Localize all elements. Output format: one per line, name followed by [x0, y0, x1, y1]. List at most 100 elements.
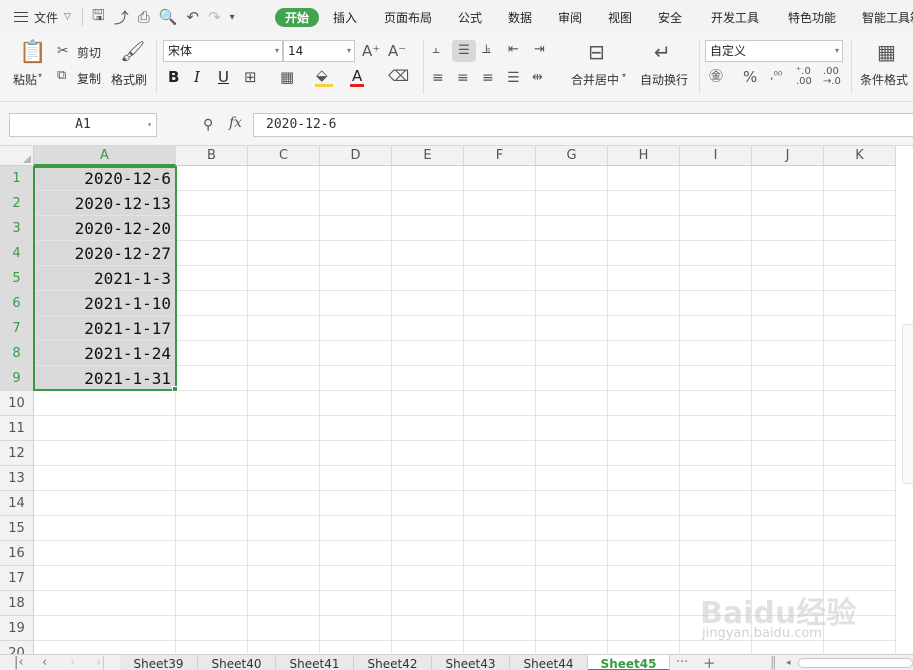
next-sheet-icon[interactable]: ›	[70, 655, 75, 670]
cell[interactable]	[176, 341, 248, 366]
sheet-tab[interactable]: Sheet39	[120, 655, 198, 670]
cell[interactable]	[320, 291, 392, 316]
cell[interactable]	[248, 291, 320, 316]
cell[interactable]	[320, 541, 392, 566]
cell[interactable]	[824, 341, 896, 366]
cell[interactable]	[608, 566, 680, 591]
cell[interactable]	[176, 616, 248, 641]
row-header[interactable]: 17	[0, 566, 34, 591]
row-header[interactable]: 13	[0, 466, 34, 491]
column-header[interactable]: A	[34, 146, 176, 166]
cell[interactable]	[824, 466, 896, 491]
row-header[interactable]: 7	[0, 316, 34, 341]
cell[interactable]	[248, 466, 320, 491]
cell[interactable]	[248, 641, 320, 654]
cell[interactable]	[752, 366, 824, 391]
paste-button[interactable]: 粘贴	[13, 71, 37, 88]
cell[interactable]	[392, 341, 464, 366]
add-sheet-icon[interactable]: +	[703, 655, 716, 670]
cell[interactable]	[752, 541, 824, 566]
row-header[interactable]: 19	[0, 616, 34, 641]
cell[interactable]	[34, 566, 176, 591]
border-icon[interactable]: ⊞	[244, 69, 257, 85]
cell[interactable]	[464, 441, 536, 466]
cell[interactable]: 2021-1-24	[34, 341, 176, 366]
cell[interactable]	[320, 516, 392, 541]
cell[interactable]	[752, 191, 824, 216]
bold-icon[interactable]: B	[168, 69, 179, 85]
column-header[interactable]: B	[176, 146, 248, 166]
customize-toolbar-icon[interactable]: ▾	[230, 12, 235, 23]
cell[interactable]	[34, 491, 176, 516]
cell[interactable]	[536, 216, 608, 241]
cell[interactable]	[680, 416, 752, 441]
align-left-icon[interactable]: ≡	[432, 70, 444, 86]
cell[interactable]	[392, 641, 464, 654]
cell[interactable]	[248, 316, 320, 341]
cell[interactable]	[464, 241, 536, 266]
row-header[interactable]: 9	[0, 366, 34, 391]
cell[interactable]	[248, 166, 320, 191]
cell[interactable]	[680, 441, 752, 466]
cell[interactable]	[464, 541, 536, 566]
cell[interactable]	[536, 316, 608, 341]
cell[interactable]: 2021-1-10	[34, 291, 176, 316]
row-header[interactable]: 4	[0, 241, 34, 266]
cell[interactable]	[464, 391, 536, 416]
cell[interactable]	[824, 266, 896, 291]
font-name-select[interactable]: 宋体 ▾	[163, 40, 283, 62]
cell[interactable]	[608, 516, 680, 541]
cell[interactable]	[176, 166, 248, 191]
row-header[interactable]: 8	[0, 341, 34, 366]
cell[interactable]	[320, 416, 392, 441]
cell[interactable]	[320, 216, 392, 241]
cell[interactable]	[824, 541, 896, 566]
align-bottom-icon[interactable]: ⫡	[482, 42, 491, 58]
increase-decimal-icon[interactable]: ⁺.0.00	[796, 67, 812, 87]
cell[interactable]	[34, 616, 176, 641]
cell[interactable]	[176, 366, 248, 391]
cell[interactable]	[248, 341, 320, 366]
cell[interactable]	[752, 516, 824, 541]
cell[interactable]	[176, 441, 248, 466]
cell[interactable]	[320, 191, 392, 216]
cell[interactable]	[392, 391, 464, 416]
cell[interactable]	[320, 341, 392, 366]
cell[interactable]	[752, 241, 824, 266]
cell[interactable]	[320, 316, 392, 341]
cell[interactable]	[752, 416, 824, 441]
tab-1[interactable]: 插入	[333, 9, 357, 26]
cell[interactable]	[464, 266, 536, 291]
row-header[interactable]: 14	[0, 491, 34, 516]
insert-function-button[interactable]: fx	[229, 115, 242, 131]
justify-icon[interactable]: ☰	[507, 70, 520, 86]
decrease-decimal-icon[interactable]: .00 →.0	[823, 67, 841, 87]
cell[interactable]	[320, 491, 392, 516]
cell[interactable]	[248, 241, 320, 266]
tab-8[interactable]: 开发工具	[711, 9, 759, 26]
cell[interactable]	[680, 341, 752, 366]
cell[interactable]	[464, 516, 536, 541]
cell[interactable]	[464, 416, 536, 441]
cell[interactable]	[536, 241, 608, 266]
cut-button[interactable]: 剪切	[77, 44, 101, 61]
cell[interactable]	[536, 541, 608, 566]
cell[interactable]	[248, 216, 320, 241]
thousands-separator-icon[interactable]: ,⁰⁰	[770, 68, 782, 84]
cell[interactable]	[464, 566, 536, 591]
row-header[interactable]: 2	[0, 191, 34, 216]
cell[interactable]	[752, 291, 824, 316]
cell[interactable]	[392, 441, 464, 466]
cell[interactable]: 2020-12-6	[34, 166, 176, 191]
distributed-icon[interactable]: ⇹	[532, 70, 543, 86]
print-preview-icon[interactable]: 🔍	[159, 8, 178, 26]
column-header[interactable]: J	[752, 146, 824, 166]
cell[interactable]	[608, 491, 680, 516]
cell[interactable]	[824, 216, 896, 241]
cell[interactable]	[752, 441, 824, 466]
cell[interactable]	[608, 466, 680, 491]
cell[interactable]	[824, 391, 896, 416]
cell[interactable]	[392, 191, 464, 216]
cell[interactable]	[176, 641, 248, 654]
cell[interactable]	[752, 216, 824, 241]
